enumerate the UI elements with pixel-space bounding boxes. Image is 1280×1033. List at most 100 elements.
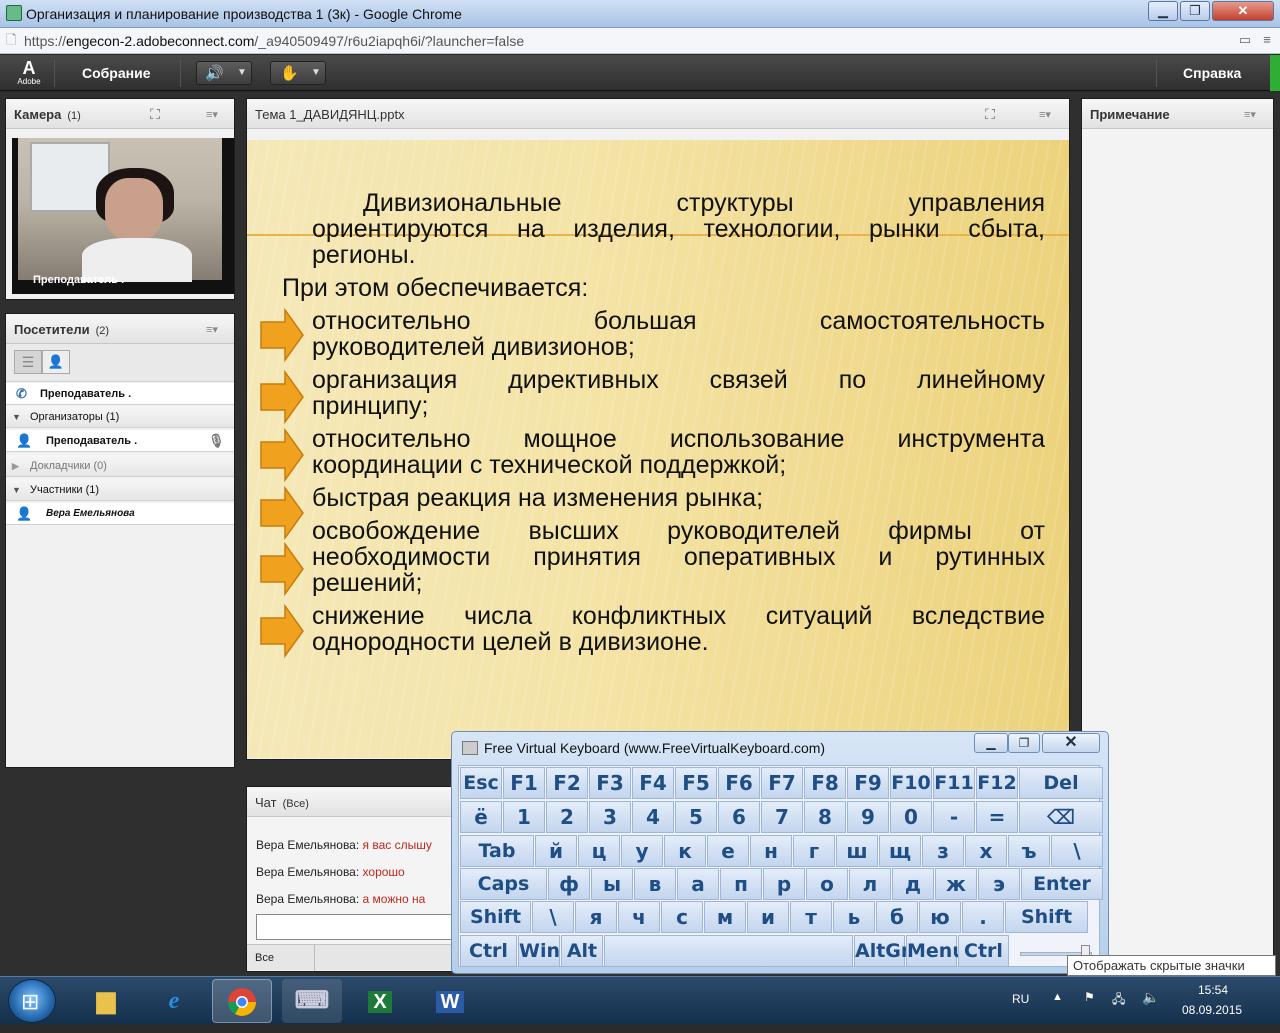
key-4[interactable]: 4 [632, 801, 674, 833]
key-shift[interactable]: Shift [1005, 901, 1088, 933]
key-f12[interactable]: F12 [976, 767, 1018, 799]
key-caps[interactable]: Caps [460, 868, 547, 900]
help-menu[interactable]: Справка [1183, 65, 1241, 81]
key-з[interactable]: з [922, 835, 964, 867]
flag-icon[interactable]: ⚑ [1084, 990, 1095, 1004]
key-[interactable]: ⌫ [1019, 801, 1103, 833]
key-ctrl[interactable]: Ctrl [958, 935, 1009, 967]
key-f11[interactable]: F11 [933, 767, 975, 799]
key-8[interactable]: 8 [804, 801, 846, 833]
key-5[interactable]: 5 [675, 801, 717, 833]
key-ctrl[interactable]: Ctrl [460, 935, 517, 967]
pod-menu-icon[interactable]: ≡▾ [1035, 108, 1055, 121]
participant-row[interactable]: 👤 Вера Емельянова [6, 503, 234, 525]
popup-blocked-icon[interactable]: ▭ [1236, 32, 1254, 48]
key-в[interactable]: в [634, 868, 676, 900]
key-altgr[interactable]: AltGr [854, 935, 910, 967]
key-f1[interactable]: F1 [503, 767, 545, 799]
key-alt[interactable]: Alt [561, 935, 603, 967]
maximize-button[interactable]: ❐ [1180, 1, 1210, 21]
key-ф[interactable]: ф [548, 868, 590, 900]
key-f4[interactable]: F4 [632, 767, 674, 799]
chat-input[interactable] [256, 914, 452, 940]
pod-menu-icon[interactable]: ≡▾ [202, 323, 222, 336]
key-6[interactable]: 6 [718, 801, 760, 833]
status-view-icon[interactable]: 👤 [42, 350, 70, 374]
key-0[interactable]: 0 [890, 801, 932, 833]
key-9[interactable]: 9 [847, 801, 889, 833]
key-п[interactable]: п [720, 868, 762, 900]
speaker-button[interactable]: 🔊 ▼ [196, 61, 252, 85]
key-3[interactable]: 3 [589, 801, 631, 833]
key-f7[interactable]: F7 [761, 767, 803, 799]
key-э[interactable]: э [978, 868, 1020, 900]
key-у[interactable]: у [621, 835, 663, 867]
key-7[interactable]: 7 [761, 801, 803, 833]
key-ю[interactable]: ю [919, 901, 961, 933]
key-д[interactable]: д [892, 868, 934, 900]
key-tab[interactable]: Tab [460, 835, 534, 867]
key-f8[interactable]: F8 [804, 767, 846, 799]
key-р[interactable]: р [763, 868, 805, 900]
clock-date[interactable]: 08.09.2015 [1182, 1003, 1242, 1017]
key-f5[interactable]: F5 [675, 767, 717, 799]
network-icon[interactable]: 🖧 [1112, 990, 1125, 1011]
show-hidden-icons-arrow[interactable]: ▲ [1052, 991, 1063, 1003]
key-о[interactable]: о [806, 868, 848, 900]
key-esc[interactable]: Esc [460, 767, 502, 799]
keyboard-restore-button[interactable]: ❐ [1008, 733, 1040, 753]
keyboard-close-button[interactable]: ✕ [1042, 733, 1100, 753]
status-button[interactable]: ✋ ▼ [270, 61, 326, 85]
pod-menu-icon[interactable]: ≡▾ [1240, 108, 1260, 121]
space-key[interactable] [604, 935, 853, 967]
key-2[interactable]: 2 [546, 801, 588, 833]
fullscreen-icon[interactable]: ⛶ [146, 106, 164, 122]
key-[interactable]: . [962, 901, 1004, 933]
key-б[interactable]: б [876, 901, 918, 933]
key-х[interactable]: х [965, 835, 1007, 867]
key-ь[interactable]: ь [833, 901, 875, 933]
key-а[interactable]: а [677, 868, 719, 900]
key-м[interactable]: м [704, 901, 746, 933]
key-[interactable]: = [976, 801, 1018, 833]
minimize-button[interactable]: ▁ [1148, 1, 1178, 21]
page-info-icon[interactable]: 🗋 [6, 33, 20, 47]
key-ы[interactable]: ы [591, 868, 633, 900]
key-[interactable]: - [933, 801, 975, 833]
key-f10[interactable]: F10 [890, 767, 932, 799]
key-enter[interactable]: Enter [1021, 868, 1103, 900]
language-indicator[interactable]: RU [1012, 992, 1029, 1006]
chrome-taskbar-icon[interactable] [212, 979, 272, 1023]
hosts-group[interactable]: ▼ Организаторы (1) [6, 406, 234, 428]
key-я[interactable]: я [575, 901, 617, 933]
menu-icon[interactable]: ≡ [1258, 32, 1276, 48]
key-[interactable]: \ [1051, 835, 1103, 867]
excel-taskbar-icon[interactable]: X [350, 979, 410, 1023]
word-taskbar-icon[interactable]: W [420, 979, 480, 1023]
keyboard-minimize-button[interactable]: ▁ [974, 733, 1008, 753]
key-г[interactable]: г [793, 835, 835, 867]
volume-icon[interactable]: 🔈 [1142, 989, 1159, 1006]
close-window-button[interactable]: ✕ [1212, 1, 1274, 21]
key-shift[interactable]: Shift [460, 901, 531, 933]
meeting-menu[interactable]: Собрание [82, 65, 151, 81]
start-button[interactable]: ⊞ [8, 979, 56, 1023]
clock-time[interactable]: 15:54 [1198, 983, 1228, 997]
presenter-row[interactable]: ✆ Преподаватель . [6, 383, 234, 405]
explorer-taskbar-icon[interactable]: ▆ [76, 979, 136, 1023]
internet-explorer-taskbar-icon[interactable]: e [144, 979, 204, 1023]
key-1[interactable]: 1 [503, 801, 545, 833]
presenters-group[interactable]: ▶ Докладчики (0) [6, 455, 234, 477]
key-ё[interactable]: ё [460, 801, 502, 833]
url-text[interactable]: https://engecon-2.adobeconnect.com/_a940… [24, 33, 524, 49]
pod-menu-icon[interactable]: ≡▾ [202, 108, 222, 121]
key-л[interactable]: л [849, 868, 891, 900]
key-ш[interactable]: ш [836, 835, 878, 867]
key-и[interactable]: и [747, 901, 789, 933]
participants-group[interactable]: ▼ Участники (1) [6, 479, 234, 501]
address-bar[interactable]: 🗋 https://engecon-2.adobeconnect.com/_a9… [0, 28, 1280, 54]
key-ц[interactable]: ц [578, 835, 620, 867]
key-е[interactable]: е [707, 835, 749, 867]
key-f3[interactable]: F3 [589, 767, 631, 799]
key-del[interactable]: Del [1019, 767, 1103, 799]
